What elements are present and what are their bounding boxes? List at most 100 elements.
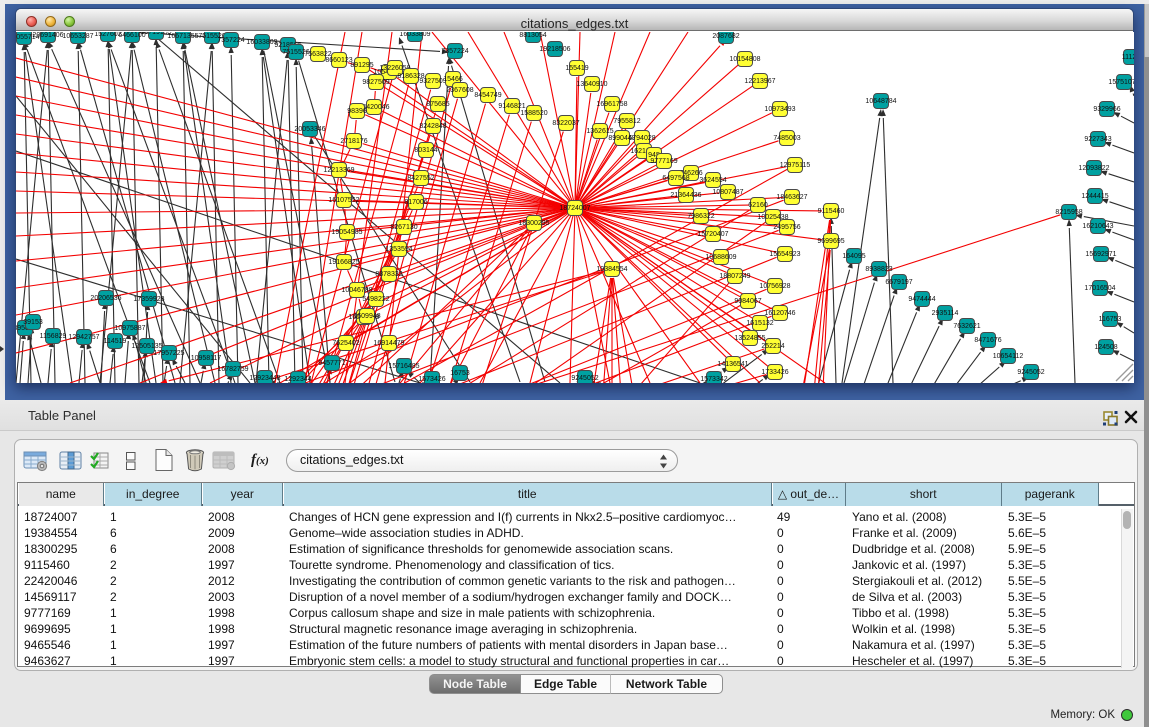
svg-text:1733426: 1733426 [761,369,788,376]
svg-text:114519: 114519 [104,338,127,345]
svg-text:124508: 124508 [1094,344,1117,351]
svg-text:1244415: 1244415 [1081,193,1108,200]
svg-text:12505135: 12505135 [131,343,162,350]
svg-text:15720407: 15720407 [697,231,728,238]
svg-text:803144: 803144 [414,147,437,154]
svg-text:9245052: 9245052 [1017,369,1044,376]
svg-text:20206536: 20206536 [90,295,121,302]
svg-text:891295: 891295 [350,62,373,69]
svg-text:10654112: 10654112 [993,353,1024,360]
svg-text:7625402: 7625402 [332,340,359,347]
svg-text:13524855: 13524855 [734,335,765,342]
svg-text:8454749: 8454749 [474,92,501,99]
svg-text:10958117: 10958117 [191,355,222,362]
svg-text:8427552: 8427552 [407,175,434,182]
svg-text:19384554: 19384554 [596,266,627,273]
svg-text:98396: 98396 [347,108,367,115]
svg-text:8938823: 8938823 [865,266,892,273]
svg-text:1588520: 1588520 [520,110,547,117]
svg-text:1615132: 1615132 [746,320,773,327]
svg-text:17016504: 17016504 [1084,285,1115,292]
svg-text:9827509: 9827509 [362,79,389,86]
svg-text:1362615: 1362615 [586,128,613,135]
svg-text:13640910: 13640910 [576,81,607,88]
svg-text:20053346: 20053346 [294,126,325,133]
svg-text:9146821: 9146821 [498,103,525,110]
svg-text:8813054: 8813054 [519,32,546,39]
svg-text:19054985: 19054985 [331,229,362,236]
svg-text:12923448: 12923448 [249,375,280,382]
svg-text:10653287: 10653287 [62,33,93,40]
svg-text:19218506: 19218506 [539,46,570,53]
svg-text:1609948: 1609948 [353,313,380,320]
svg-text:16033809: 16033809 [399,32,430,38]
svg-text:16914479: 16914479 [373,340,404,347]
svg-text:6679197: 6679197 [885,279,912,286]
svg-text:2367608: 2367608 [446,87,473,94]
svg-text:9699695: 9699695 [817,238,844,245]
svg-text:1573426: 1573426 [418,376,445,383]
svg-text:16782759: 16782759 [217,366,248,373]
svg-text:16120746: 16120746 [764,310,795,317]
svg-text:252214: 252214 [761,343,784,350]
svg-text:8660123: 8660123 [325,57,352,64]
svg-text:16107552: 16107552 [328,197,359,204]
svg-text:9777169: 9777169 [650,158,677,165]
svg-text:62160: 62160 [748,202,768,209]
svg-text:10756928: 10756928 [759,283,790,290]
svg-text:16753: 16753 [450,370,470,377]
svg-text:9474444: 9474444 [908,296,935,303]
svg-text:16033809: 16033809 [246,39,277,46]
svg-text:14136541: 14136541 [717,361,748,368]
svg-text:17359928: 17359928 [133,296,164,303]
svg-text:18463627: 18463627 [776,194,807,201]
svg-text:16961758: 16961758 [596,101,627,108]
svg-text:39153: 39153 [23,319,43,326]
svg-text:9084067: 9084067 [734,298,761,305]
svg-text:8878332: 8878332 [375,271,402,278]
svg-text:155419: 155419 [565,65,588,72]
svg-text:817006: 817006 [404,199,427,206]
svg-text:18807249: 18807249 [719,273,750,280]
svg-text:8322037: 8322037 [552,120,579,127]
svg-text:7986322: 7986322 [687,213,714,220]
svg-text:10688609: 10688609 [705,254,736,261]
svg-text:9227343: 9227343 [1084,136,1111,143]
svg-text:10154808: 10154808 [729,56,760,63]
svg-text:164095: 164095 [842,253,865,260]
svg-text:8215958: 8215958 [1055,209,1082,216]
svg-text:15751074: 15751074 [1108,79,1134,86]
svg-text:15716485: 15716485 [388,363,419,370]
svg-text:10973493: 10973493 [764,106,795,113]
svg-text:18724007: 18724007 [559,205,590,212]
svg-text:12093822: 12093822 [1078,165,1109,172]
svg-text:1353594: 1353594 [385,246,412,253]
svg-text:12213369: 12213369 [323,167,354,174]
svg-text:5498222: 5498222 [362,296,389,303]
svg-text:16671355: 16671355 [167,33,198,40]
svg-text:10046788: 10046788 [341,287,372,294]
svg-text:2495756: 2495756 [773,224,800,231]
svg-text:1156829: 1156829 [40,333,67,340]
svg-text:9245052: 9245052 [571,375,598,382]
svg-text:1292344: 1292344 [284,376,311,383]
svg-text:8242848: 8242848 [419,123,446,130]
svg-text:19166825: 19166825 [328,259,359,266]
svg-text:2718176: 2718176 [340,138,367,145]
svg-text:20691406: 20691406 [32,32,63,39]
svg-text:875685: 875685 [426,101,449,108]
svg-text:3624554: 3624554 [699,177,726,184]
svg-text:7632621: 7632621 [953,323,980,330]
svg-text:18300295: 18300295 [518,220,549,227]
svg-text:16210643: 16210643 [1082,223,1113,230]
svg-text:7357224: 7357224 [441,48,468,55]
svg-text:2935114: 2935114 [932,310,959,317]
svg-text:10975887: 10975887 [114,325,145,332]
svg-text:7955812: 7955812 [613,118,640,125]
svg-text:11123: 11123 [1122,54,1134,61]
svg-text:8267130: 8267130 [390,224,417,231]
svg-text:12942757: 12942757 [68,334,99,341]
svg-text:2087682: 2087682 [712,33,739,40]
svg-text:9457771: 9457771 [318,360,345,367]
svg-text:10648784: 10648784 [865,98,896,105]
